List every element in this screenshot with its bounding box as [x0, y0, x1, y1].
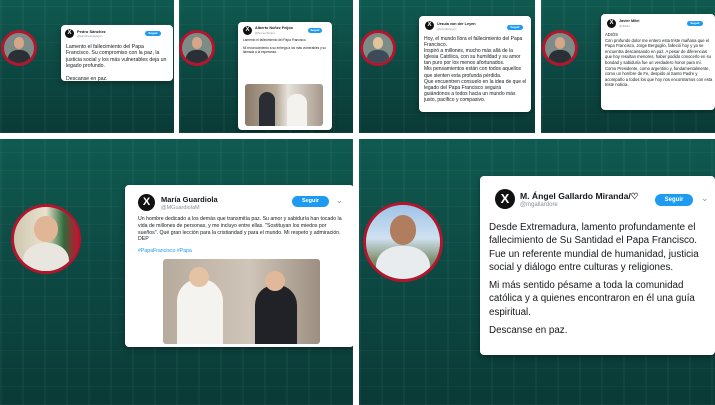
avatar [542, 30, 578, 66]
follow-button[interactable]: Seguir [687, 21, 703, 26]
author-handle: @NunezFeijoo [255, 31, 275, 35]
author-handle: @mgallardore [520, 202, 558, 208]
tweet-paragraph-3: Descanse en paz. [489, 325, 568, 336]
x-logo-icon: X [425, 21, 434, 30]
author-handle: @sanchezcastejon [77, 34, 103, 38]
video-panel-4: X Javier Milei @JMilei Seguir ADIÓS Con … [541, 0, 715, 133]
tweet-card: X María Guardiola @MGuardiolaM Seguir ⌄ … [125, 185, 353, 347]
tweet-card: X Alberto Núñez Feijóo @NunezFeijoo Segu… [238, 22, 332, 130]
author-handle: @MGuardiolaM [161, 205, 200, 211]
tweet-card: X Pedro Sánchez @sanchezcastejon Seguir … [61, 25, 173, 83]
tweet-text: Lamento el fallecimiento del Papa Franci… [66, 44, 167, 83]
avatar [179, 30, 215, 66]
follow-button[interactable]: Seguir [308, 28, 322, 33]
tweet-photo [245, 84, 323, 126]
author-name: M. Ángel Gallardo Miranda/♡ [520, 191, 639, 201]
author-name: Alberto Núñez Feijóo [255, 26, 293, 30]
tweet-text: Lamento el fallecimiento del Papa Franci… [243, 38, 326, 54]
avatar [11, 204, 81, 274]
tweet-text: Un hombre dedicado a los demás que trans… [138, 216, 342, 243]
follow-button[interactable]: Seguir [655, 194, 693, 206]
author-handle: @JMilei [619, 24, 630, 28]
video-panel-6: X M. Ángel Gallardo Miranda/♡ @mgallardo… [359, 139, 715, 405]
tweet-text: ADIÓS Con profundo dolor me entero esta … [605, 32, 713, 88]
author-name: Javier Milei [619, 19, 640, 23]
author-handle: @vonderleyen [437, 27, 457, 31]
avatar [1, 30, 37, 66]
tweet-text: Hoy, el mundo llora el fallecimiento del… [424, 36, 527, 103]
follow-button[interactable]: Seguir [145, 31, 161, 36]
tweet-paragraph-1: Desde Extremadura, lamento profundamente… [489, 222, 699, 274]
x-logo-icon: X [138, 194, 155, 211]
tweet-card: X M. Ángel Gallardo Miranda/♡ @mgallardo… [480, 176, 715, 355]
video-panel-5: X María Guardiola @MGuardiolaM Seguir ⌄ … [0, 139, 353, 405]
tweet-card: X Javier Milei @JMilei Seguir ADIÓS Con … [601, 14, 715, 110]
x-logo-icon: X [65, 29, 74, 38]
tweet-paragraph-2: Mi más sentido pésame a toda la comunida… [489, 280, 695, 318]
video-panel-3: X Ursula von der Leyen @vonderleyen Segu… [359, 0, 535, 133]
video-panel-1: X Pedro Sánchez @sanchezcastejon Seguir … [0, 0, 174, 133]
tweet-card: X Ursula von der Leyen @vonderleyen Segu… [419, 16, 531, 112]
tweet-photo [163, 259, 320, 344]
x-logo-icon: X [243, 26, 252, 35]
author-name: María Guardiola [161, 195, 218, 204]
hashtags[interactable]: #PapaFrancisco #Papa [138, 248, 192, 254]
video-panel-2: X Alberto Núñez Feijóo @NunezFeijoo Segu… [179, 0, 353, 133]
follow-button[interactable]: Seguir [292, 196, 329, 207]
chevron-down-icon[interactable]: ⌄ [336, 196, 343, 205]
author-name: Ursula von der Leyen [437, 22, 476, 26]
avatar [360, 30, 396, 66]
chevron-down-icon[interactable]: ⌄ [701, 193, 709, 204]
x-logo-icon: X [607, 19, 616, 28]
avatar [363, 202, 443, 282]
x-logo-icon: X [495, 189, 515, 209]
follow-button[interactable]: Seguir [507, 25, 523, 30]
